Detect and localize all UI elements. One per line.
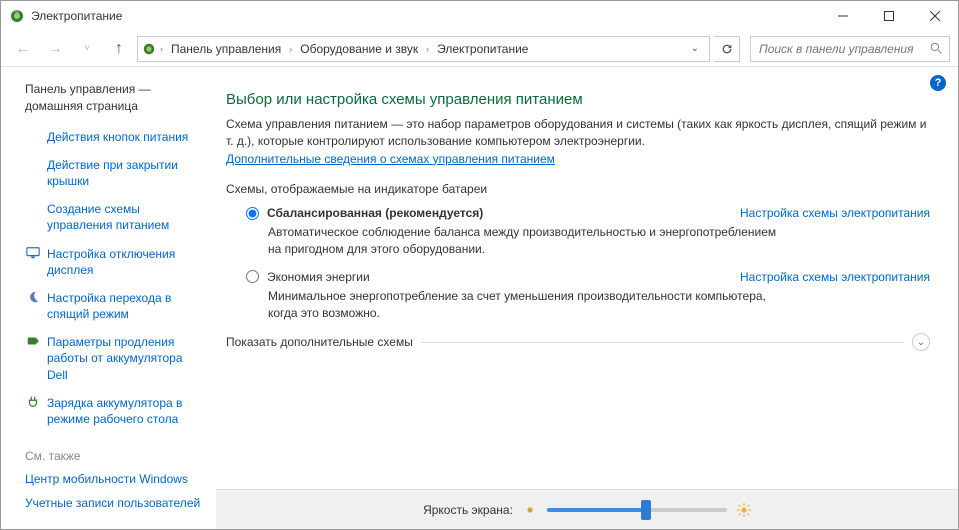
chevron-right-icon: › xyxy=(287,44,294,54)
sidebar-link-label: Действия кнопок питания xyxy=(47,129,188,145)
brightness-label: Яркость экрана: xyxy=(423,503,513,517)
sidebar-link-dell-battery[interactable]: Параметры продления работы от аккумулято… xyxy=(25,334,206,383)
plan-radio-balanced[interactable] xyxy=(246,207,259,220)
search-icon xyxy=(930,42,943,55)
chevron-down-icon: ⌄ xyxy=(912,333,930,351)
navbar: ← → ˅ ↑ › Панель управления › Оборудован… xyxy=(1,31,958,67)
sidebar-link-power-buttons[interactable]: Действия кнопок питания xyxy=(25,129,206,145)
address-bar[interactable]: › Панель управления › Оборудование и зву… xyxy=(137,36,710,62)
app-icon xyxy=(9,8,25,24)
sidebar-link-sleep[interactable]: Настройка перехода в спящий режим xyxy=(25,290,206,322)
sidebar-link-desktop-charge[interactable]: Зарядка аккумулятора в режиме рабочего с… xyxy=(25,395,206,427)
plan-description: Автоматическое соблюдение баланса между … xyxy=(268,224,788,258)
sidebar-link-create-plan[interactable]: Создание схемы управления питанием xyxy=(25,201,206,233)
page-title: Выбор или настройка схемы управления пит… xyxy=(226,91,930,108)
sun-dim-icon xyxy=(523,503,537,517)
more-info-link[interactable]: Дополнительные сведения о схемах управле… xyxy=(226,152,555,166)
plan-name[interactable]: Сбалансированная (рекомендуется) xyxy=(267,206,483,220)
sidebar-link-display-off[interactable]: Настройка отключения дисплея xyxy=(25,246,206,278)
breadcrumb-item[interactable]: Панель управления xyxy=(167,40,285,58)
show-more-plans[interactable]: Показать дополнительные схемы ⌄ xyxy=(226,333,930,351)
forward-button[interactable]: → xyxy=(41,35,69,63)
see-also-heading: См. также xyxy=(25,449,206,463)
expander-label: Показать дополнительные схемы xyxy=(226,335,413,349)
page-description: Схема управления питанием — это набор па… xyxy=(226,116,930,168)
address-dropdown[interactable]: ⌄ xyxy=(685,43,705,54)
titlebar: Электропитание xyxy=(1,1,958,31)
up-button[interactable]: ↑ xyxy=(105,35,133,63)
plan-config-link[interactable]: Настройка схемы электропитания xyxy=(740,206,930,220)
sidebar-link-lid-action[interactable]: Действие при закрытии крышки xyxy=(25,157,206,189)
sidebar-link-label: Создание схемы управления питанием xyxy=(47,201,206,233)
breadcrumb-item[interactable]: Оборудование и звук xyxy=(296,40,422,58)
battery-icon xyxy=(25,334,41,348)
chevron-right-icon: › xyxy=(158,44,165,54)
plans-group-label: Схемы, отображаемые на индикаторе батаре… xyxy=(226,182,930,196)
see-also-accounts[interactable]: Учетные записи пользователей xyxy=(25,495,206,511)
plan-radio-saver[interactable] xyxy=(246,270,259,283)
sidebar-link-label: Настройка отключения дисплея xyxy=(47,246,206,278)
breadcrumb-item[interactable]: Электропитание xyxy=(433,40,532,58)
minimize-button[interactable] xyxy=(820,1,866,31)
control-panel-home-link[interactable]: Панель управления — домашняя страница xyxy=(25,81,206,115)
slider-thumb[interactable] xyxy=(641,500,651,520)
main-panel: ? Выбор или настройка схемы управления п… xyxy=(216,67,958,529)
sidebar-link-label: Параметры продления работы от аккумулято… xyxy=(47,334,206,383)
plan-description: Минимальное энергопотребление за счет ум… xyxy=(268,288,788,322)
see-also-mobility[interactable]: Центр мобильности Windows xyxy=(25,471,206,487)
plan-name[interactable]: Экономия энергии xyxy=(267,270,370,284)
help-button[interactable]: ? xyxy=(930,75,946,91)
maximize-button[interactable] xyxy=(866,1,912,31)
sidebar: Панель управления — домашняя страница Де… xyxy=(1,67,216,529)
plug-icon xyxy=(25,395,41,409)
close-button[interactable] xyxy=(912,1,958,31)
sidebar-link-label: Действие при закрытии крышки xyxy=(47,157,206,189)
search-input[interactable] xyxy=(757,41,926,57)
description-text: Схема управления питанием — это набор па… xyxy=(226,117,926,148)
moon-icon xyxy=(25,290,41,304)
window-title: Электропитание xyxy=(31,9,122,23)
refresh-button[interactable] xyxy=(714,36,740,62)
sidebar-link-label: Настройка перехода в спящий режим xyxy=(47,290,206,322)
power-plan-saver: Экономия энергии Настройка схемы электро… xyxy=(246,270,930,322)
monitor-icon xyxy=(25,246,41,260)
back-button[interactable]: ← xyxy=(9,35,37,63)
power-plan-balanced: Сбалансированная (рекомендуется) Настрой… xyxy=(246,206,930,258)
search-box[interactable] xyxy=(750,36,950,62)
see-also-label: Центр мобильности Windows xyxy=(25,471,188,487)
sun-bright-icon xyxy=(737,503,751,517)
plan-config-link[interactable]: Настройка схемы электропитания xyxy=(740,270,930,284)
brightness-bar: Яркость экрана: xyxy=(216,489,958,529)
app-icon-small xyxy=(142,42,156,56)
see-also-label: Учетные записи пользователей xyxy=(25,495,200,511)
recent-dropdown[interactable]: ˅ xyxy=(73,35,101,63)
chevron-right-icon: › xyxy=(424,44,431,54)
brightness-slider[interactable] xyxy=(547,508,727,512)
sidebar-link-label: Зарядка аккумулятора в режиме рабочего с… xyxy=(47,395,206,427)
